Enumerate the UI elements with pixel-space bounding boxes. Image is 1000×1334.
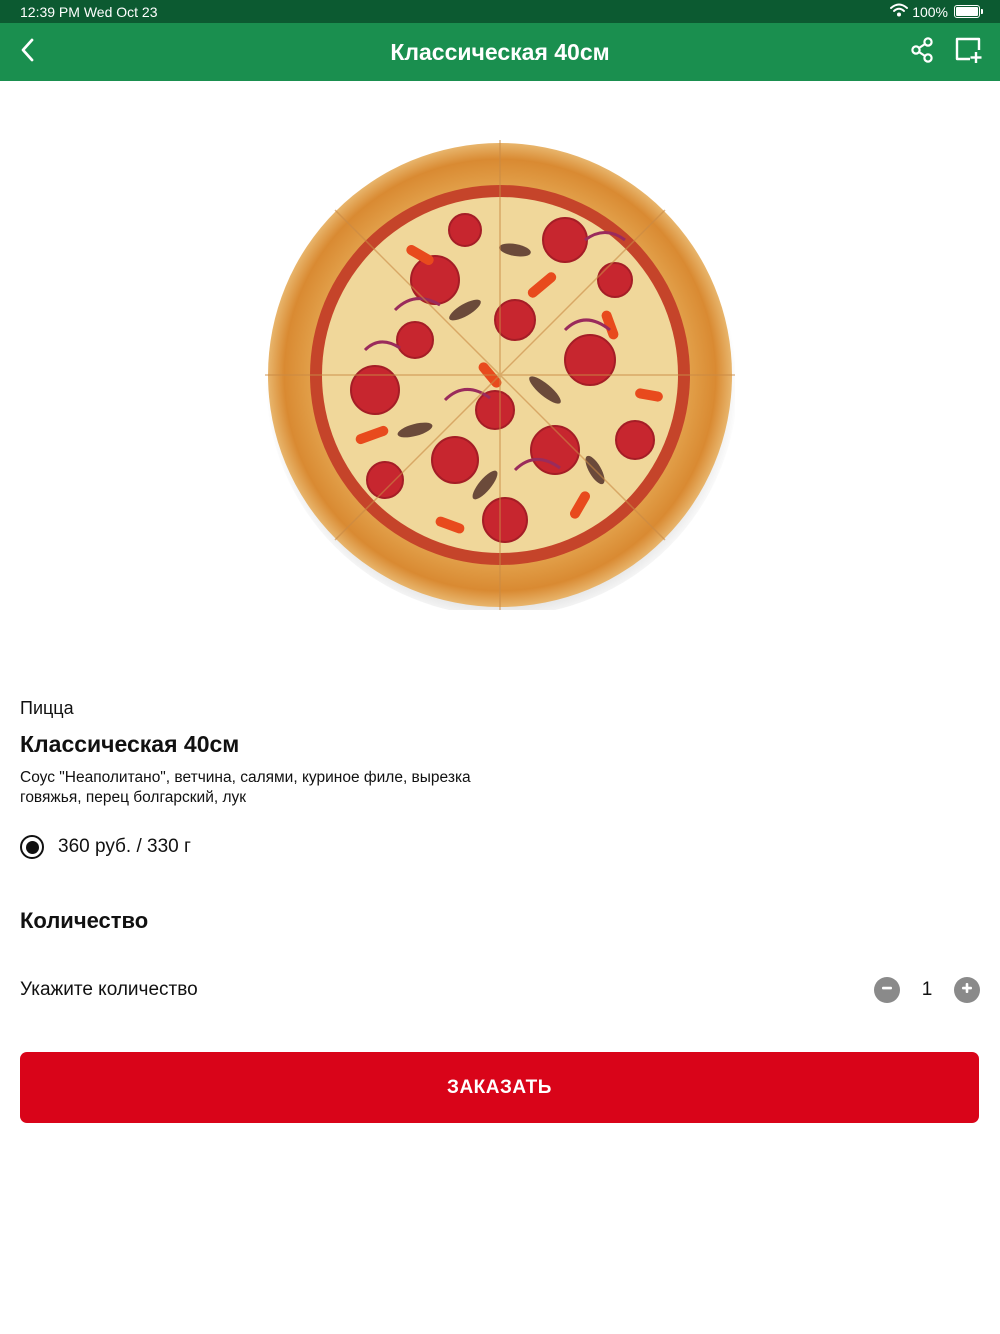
status-indicators: 100% — [890, 3, 983, 20]
page-title: Классическая 40см — [390, 39, 610, 65]
order-button[interactable]: ЗАКАЗАТЬ — [20, 1052, 979, 1123]
increase-quantity-button[interactable] — [954, 977, 980, 1003]
size-variant-option[interactable]: 360 руб. / 330 г — [20, 835, 191, 859]
quantity-stepper: 1 — [874, 977, 980, 1003]
pizza-image — [265, 140, 738, 616]
wifi-icon — [890, 3, 909, 20]
chevron-left-icon — [18, 37, 38, 68]
product-title: Классическая 40см — [20, 731, 240, 757]
quantity-heading: Количество — [20, 908, 149, 933]
share-button[interactable] — [898, 23, 946, 81]
battery-icon — [954, 5, 983, 18]
status-bar: 12:39 PM Wed Oct 23 100% — [0, 0, 1000, 23]
quantity-row: Укажите количество 1 — [20, 970, 980, 1010]
plus-icon — [961, 981, 973, 999]
radio-button[interactable] — [20, 835, 44, 859]
battery-fill — [956, 7, 978, 16]
variant-price-weight: 360 руб. / 330 г — [58, 836, 191, 857]
share-icon — [908, 36, 936, 69]
navigation-bar: Классическая 40см — [0, 23, 1000, 81]
status-time: 12:39 PM — [20, 3, 80, 20]
product-description: Соус "Неаполитано", ветчина, салями, кур… — [20, 769, 471, 806]
battery-percent: 100% — [912, 3, 948, 20]
quantity-value: 1 — [921, 979, 933, 1000]
decrease-quantity-button[interactable] — [874, 977, 900, 1003]
status-time-date: 12:39 PM Wed Oct 23 — [20, 4, 890, 20]
product-category: Пицца — [20, 698, 74, 718]
back-button[interactable] — [4, 23, 52, 81]
quantity-label: Укажите количество — [20, 979, 198, 1000]
add-to-cart-button[interactable] — [944, 23, 992, 81]
minus-icon — [881, 981, 893, 999]
status-date: Wed Oct 23 — [83, 3, 158, 20]
add-to-cart-icon — [953, 35, 983, 70]
radio-selected-dot — [25, 840, 39, 854]
